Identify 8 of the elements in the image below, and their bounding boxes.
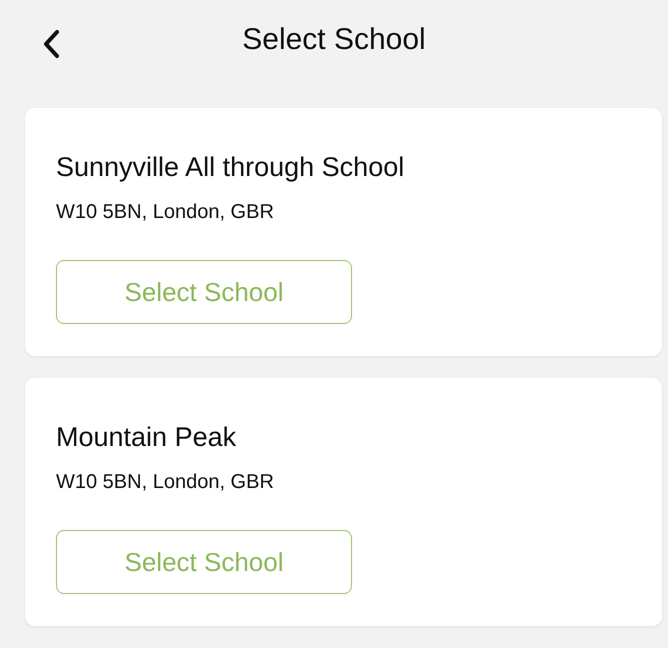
select-school-button[interactable]: Select School: [56, 530, 352, 594]
school-name: Sunnyville All through School: [56, 152, 404, 183]
back-icon: [42, 29, 60, 59]
page-title: Select School: [242, 23, 426, 57]
select-school-button[interactable]: Select School: [56, 260, 352, 324]
school-address: W10 5BN, London, GBR: [56, 471, 274, 494]
school-address: W10 5BN, London, GBR: [56, 201, 274, 224]
school-name: Mountain Peak: [56, 422, 236, 453]
